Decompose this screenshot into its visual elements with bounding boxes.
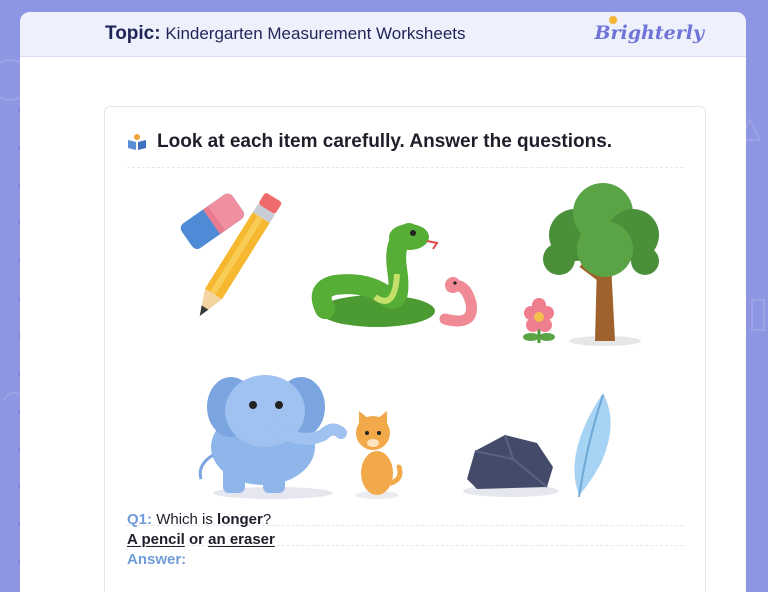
rock-image: [463, 434, 559, 497]
prompt-end: ?: [262, 511, 272, 528]
instruction-text: Look at each item carefully. Answer the …: [157, 131, 613, 152]
snake-worm-illustration: [311, 223, 477, 327]
topic-line: Topic: Kindergarten Measurement Workshee…: [105, 23, 466, 45]
instruction-heading: Look at each item carefully. Answer the …: [127, 131, 612, 153]
snake-image: [311, 223, 439, 327]
question-1-answer: Answer:: [127, 551, 186, 568]
question-1-prompt: Q1: Which is longer?: [127, 511, 271, 528]
rock-feather-illustration: [463, 393, 611, 498]
topic-label: Topic:: [105, 23, 161, 44]
worm-image: [439, 277, 477, 327]
prompt-text: Which is: [156, 511, 218, 528]
option-a: A pencil: [127, 531, 185, 548]
prompt-keyword: longer: [217, 511, 263, 528]
elephant-image: [198, 375, 347, 499]
option-connector: or: [184, 531, 209, 548]
option-b: an eraser: [208, 531, 275, 548]
elephant-cat-illustration: [198, 375, 403, 499]
eraser-pencil-illustration: [180, 193, 282, 317]
exercise-card: Look at each item carefully. Answer the …: [104, 106, 706, 592]
open-book-icon: [128, 134, 146, 150]
question-1-options: A pencil or an eraser: [127, 531, 275, 548]
worksheet-page: Topic: Kindergarten Measurement Workshee…: [20, 12, 746, 592]
tree-flower-illustration: [523, 183, 659, 346]
tree-image: [543, 183, 659, 346]
sun-icon: ✺: [608, 14, 618, 27]
divider: [127, 167, 683, 168]
flower-image: [523, 298, 555, 343]
cat-image: [355, 411, 403, 499]
question-1-label: Q1:: [127, 511, 153, 528]
worksheet-header: Topic: Kindergarten Measurement Workshee…: [20, 12, 746, 57]
topic-title: Kindergarten Measurement Worksheets: [165, 24, 466, 43]
answer-label: Answer:: [127, 551, 187, 568]
feather-image: [574, 393, 611, 498]
brighterly-logo: ✺ Brighterly: [594, 14, 704, 44]
